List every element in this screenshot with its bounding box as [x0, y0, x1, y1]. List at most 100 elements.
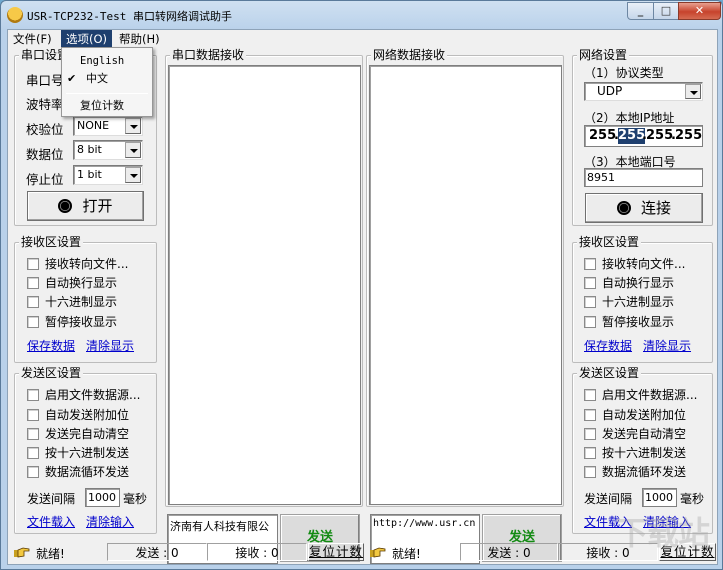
- clear-input-link[interactable]: 清除输入: [86, 513, 134, 530]
- checkbox-label: 暂停接收显示: [602, 315, 675, 329]
- local-port-input[interactable]: 8951: [584, 168, 703, 187]
- app-window: USR-TCP232-Test 串口转网络调试助手 _ □ ✕ 文件(F) 选项…: [0, 0, 723, 570]
- menu-file[interactable]: 文件(F): [8, 30, 57, 48]
- parity-label: 校验位: [26, 122, 64, 137]
- select-value: 8 bit: [77, 143, 102, 156]
- checkbox[interactable]: [27, 258, 39, 270]
- radio-dot-icon: [616, 201, 631, 215]
- serial-receive-textarea[interactable]: [168, 65, 361, 505]
- group-title: 网络数据接收: [371, 48, 448, 62]
- protocol-label: （1）协议类型: [584, 66, 664, 80]
- checkbox[interactable]: [584, 466, 596, 478]
- checkbox[interactable]: [27, 389, 39, 401]
- checkbox[interactable]: [584, 409, 596, 421]
- interval-unit: 毫秒: [680, 492, 705, 506]
- checkbox[interactable]: [584, 258, 596, 270]
- checkbox-label: 数据流循环发送: [45, 465, 130, 479]
- interval-input[interactable]: 1000: [642, 488, 677, 507]
- sent-count: 发送 : 0: [107, 543, 207, 561]
- menu-item-english[interactable]: English: [62, 52, 152, 70]
- checkbox[interactable]: [584, 277, 596, 289]
- chevron-down-icon[interactable]: [125, 142, 141, 158]
- select-value: 1 bit: [77, 168, 102, 181]
- stopbits-select[interactable]: 1 bit: [73, 165, 143, 185]
- ready-text: 就绪!: [36, 547, 65, 561]
- chevron-down-icon[interactable]: [125, 118, 141, 134]
- checkbox[interactable]: [27, 428, 39, 440]
- databits-select[interactable]: 8 bit: [73, 140, 143, 160]
- checkbox[interactable]: [584, 447, 596, 459]
- clear-display-link[interactable]: 清除显示: [643, 337, 691, 354]
- checkbox[interactable]: [27, 296, 39, 308]
- protocol-select[interactable]: UDP: [584, 82, 703, 101]
- menu-separator: [66, 93, 148, 94]
- open-port-button[interactable]: 打开: [27, 191, 144, 221]
- checkbox-label: 启用文件数据源...: [602, 388, 698, 402]
- load-file-link[interactable]: 文件载入: [27, 513, 75, 530]
- textarea-content: 济南有人科技有限公: [170, 520, 269, 533]
- window-title: USR-TCP232-Test 串口转网络调试助手: [27, 10, 232, 23]
- group-title: 发送区设置: [577, 366, 642, 380]
- menu-options[interactable]: 选项(O): [61, 30, 113, 48]
- checkbox[interactable]: [27, 277, 39, 289]
- pointing-hand-icon: [14, 547, 30, 558]
- menu-item-reset-count[interactable]: 复位计数: [62, 97, 152, 115]
- select-value: NONE: [77, 119, 110, 132]
- databits-label: 数据位: [26, 147, 64, 162]
- client-area: 文件(F) 选项(O) 帮助(H) English ✔ 中文 复位计数 串口设置…: [7, 29, 718, 565]
- checkbox-label: 启用文件数据源...: [45, 388, 141, 402]
- radio-dot-icon: [58, 199, 73, 213]
- chevron-down-icon[interactable]: [685, 84, 701, 99]
- checkbox-label: 自动换行显示: [602, 276, 675, 290]
- menu-item-chinese[interactable]: ✔ 中文: [62, 70, 152, 88]
- checkbox[interactable]: [27, 466, 39, 478]
- interval-input[interactable]: 1000: [85, 488, 120, 507]
- save-data-link[interactable]: 保存数据: [27, 337, 75, 354]
- ip-segment-4[interactable]: 255: [675, 128, 702, 144]
- menu-item-label: 复位计数: [80, 99, 124, 112]
- group-title: 串口数据接收: [170, 48, 247, 62]
- checkbox-label: 接收转向文件...: [602, 257, 686, 271]
- select-value: UDP: [597, 84, 623, 98]
- close-icon: ✕: [694, 4, 705, 17]
- input-value: 1000: [645, 491, 673, 504]
- interval-label: 发送间隔: [27, 492, 76, 506]
- chevron-down-icon[interactable]: [125, 167, 141, 183]
- button-label: 连接: [640, 199, 671, 217]
- minimize-button[interactable]: _: [627, 2, 654, 20]
- checkbox[interactable]: [27, 409, 39, 421]
- save-data-link[interactable]: 保存数据: [584, 337, 632, 354]
- menu-bar: 文件(F) 选项(O) 帮助(H): [8, 30, 717, 48]
- checkbox-label: 按十六进制发送: [45, 446, 130, 460]
- maximize-button[interactable]: □: [653, 2, 679, 20]
- button-label: 打开: [82, 197, 113, 215]
- pointing-hand-icon: [370, 547, 386, 558]
- ip-address-input[interactable]: 255 . 255 . 255 . 255: [584, 125, 703, 147]
- checkbox-label: 发送完自动清空: [602, 427, 687, 441]
- maximize-icon: □: [660, 4, 672, 17]
- reset-count-button[interactable]: 复位计数: [308, 543, 364, 561]
- clear-display-link[interactable]: 清除显示: [86, 337, 134, 354]
- menu-help[interactable]: 帮助(H): [114, 30, 165, 48]
- checkbox[interactable]: [584, 389, 596, 401]
- menu-item-label: English: [80, 55, 125, 67]
- title-bar[interactable]: USR-TCP232-Test 串口转网络调试助手 _ □ ✕: [1, 1, 722, 29]
- checkbox[interactable]: [584, 316, 596, 328]
- group-title: 发送区设置: [19, 366, 84, 380]
- group-title: 接收区设置: [577, 235, 642, 249]
- options-dropdown: English ✔ 中文 复位计数: [61, 47, 153, 117]
- ip-segment-3[interactable]: 255: [646, 128, 673, 144]
- ready-text: 就绪!: [392, 547, 421, 561]
- parity-select[interactable]: NONE: [73, 116, 143, 136]
- ip-segment-1[interactable]: 255: [589, 128, 616, 144]
- checkbox[interactable]: [27, 447, 39, 459]
- interval-label: 发送间隔: [584, 492, 633, 506]
- close-button[interactable]: ✕: [678, 2, 721, 20]
- checkbox[interactable]: [584, 296, 596, 308]
- input-value: 1000: [88, 491, 116, 504]
- checkbox[interactable]: [27, 316, 39, 328]
- network-receive-textarea[interactable]: [369, 65, 562, 505]
- checkbox[interactable]: [584, 428, 596, 440]
- connect-button[interactable]: 连接: [585, 193, 703, 223]
- app-icon: [7, 7, 23, 23]
